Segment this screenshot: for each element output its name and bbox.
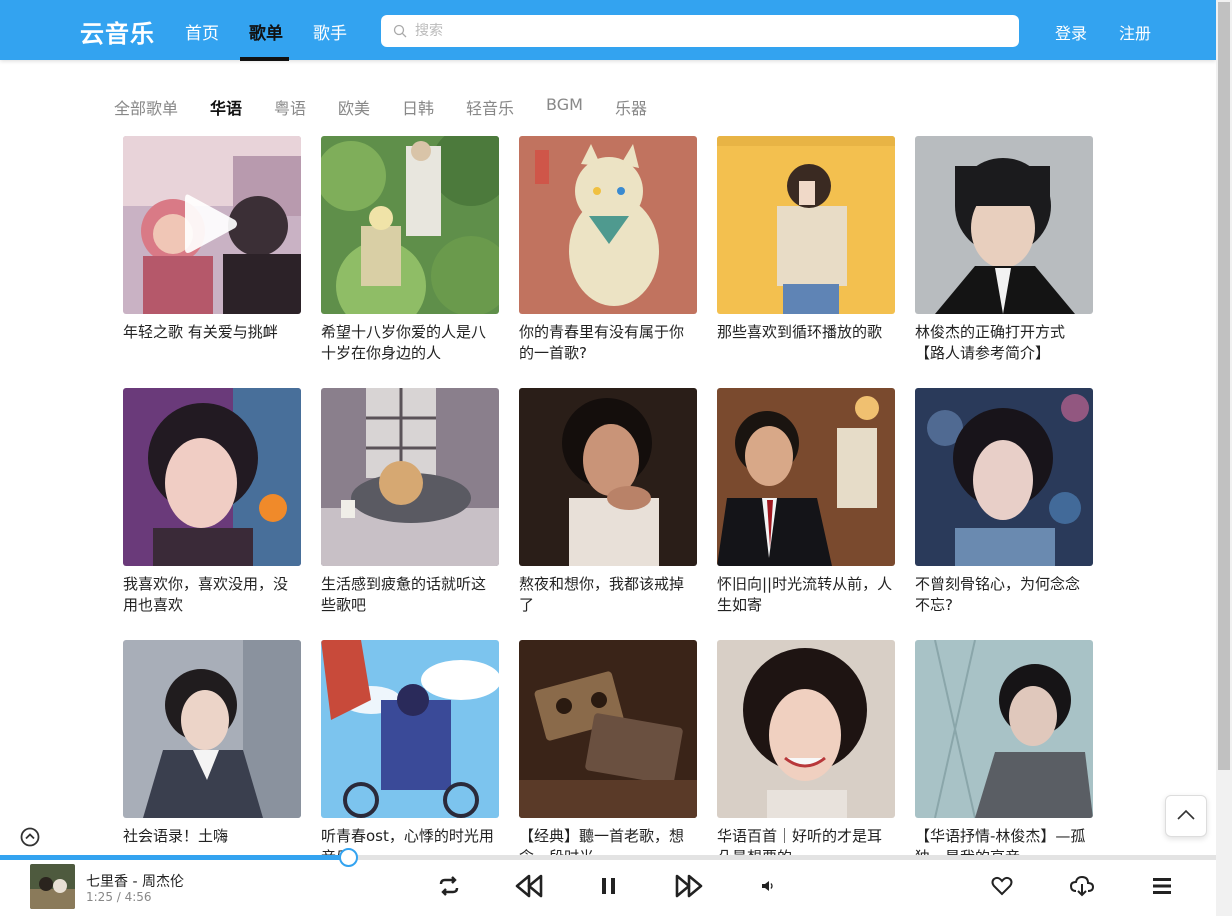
download-icon[interactable] — [1069, 874, 1095, 898]
loop-icon[interactable] — [437, 874, 461, 898]
scrollbar-thumb[interactable] — [1218, 2, 1230, 770]
playlist-card[interactable]: 我喜欢你，喜欢没用，没用也喜欢 — [123, 388, 301, 616]
top-navbar: 云音乐 首页 歌单 歌手 登录 注册 — [0, 0, 1216, 61]
back-to-top-icon — [1177, 809, 1195, 820]
playlist-card[interactable]: 林俊杰的正确打开方式【路人请参考简介】 — [915, 136, 1093, 364]
playlist-cover[interactable] — [123, 640, 301, 818]
page-scrollbar[interactable] — [1216, 0, 1232, 916]
playlist-cover[interactable] — [321, 388, 499, 566]
playlist-card[interactable]: 怀旧向||时光流转从前，人生如寄 — [717, 388, 895, 616]
playlist-cover[interactable] — [717, 640, 895, 818]
playlist-card[interactable]: 不曾刻骨铭心，为何念念不忘? — [915, 388, 1093, 616]
playlist-card[interactable]: 【经典】聽一首老歌，想念一段时光 — [519, 640, 697, 868]
category-light-music[interactable]: 轻音乐 — [466, 95, 514, 119]
playlist-title[interactable]: 生活感到疲惫的话就听这些歌吧 — [321, 574, 499, 616]
player-progress-bar[interactable] — [0, 855, 1216, 860]
login-link[interactable]: 登录 — [1055, 20, 1087, 44]
playlist-title[interactable]: 你的青春里有没有属于你的一首歌? — [519, 322, 697, 364]
category-all[interactable]: 全部歌单 — [114, 95, 178, 119]
category-jpkr[interactable]: 日韩 — [402, 95, 434, 119]
playlist-title[interactable]: 我喜欢你，喜欢没用，没用也喜欢 — [123, 574, 301, 616]
previous-icon[interactable] — [515, 873, 543, 899]
next-icon[interactable] — [675, 873, 703, 899]
player-progress-fill — [0, 855, 349, 860]
playlist-cover[interactable] — [717, 388, 895, 566]
menu-icon[interactable] — [1152, 877, 1172, 895]
playlist-cover[interactable] — [519, 388, 697, 566]
player-bar: 七里香 - 周杰伦 1:25 / 4:56 — [0, 858, 1216, 916]
player-progress-knob[interactable] — [339, 848, 358, 867]
playlist-card[interactable]: 你的青春里有没有属于你的一首歌? — [519, 136, 697, 364]
volume-icon[interactable] — [761, 879, 775, 893]
expand-up-icon[interactable] — [20, 827, 40, 847]
playlist-card[interactable]: 熬夜和想你，我都该戒掉了 — [519, 388, 697, 616]
search-box[interactable] — [381, 15, 1019, 47]
playlist-cover[interactable] — [519, 136, 697, 314]
playlist-card[interactable]: 【华语抒情-林俊杰】—孤独，是我的高音 — [915, 640, 1093, 868]
category-instrument[interactable]: 乐器 — [615, 95, 647, 119]
page: 云音乐 首页 歌单 歌手 登录 注册 全部歌单 华语 粤语 欧美 日韩 轻音乐 … — [0, 0, 1232, 916]
playlist-title[interactable]: 熬夜和想你，我都该戒掉了 — [519, 574, 697, 616]
playlist-cover[interactable] — [915, 640, 1093, 818]
search-icon — [393, 24, 407, 38]
playlist-card[interactable]: 社会语录！土嗨 — [123, 640, 301, 868]
playlist-card[interactable]: 生活感到疲惫的话就听这些歌吧 — [321, 388, 499, 616]
logo[interactable]: 云音乐 — [80, 14, 155, 49]
playlist-title[interactable]: 年轻之歌 有关爱与挑衅 — [123, 322, 301, 364]
nav-home[interactable]: 首页 — [185, 19, 219, 44]
back-to-top-button[interactable] — [1165, 795, 1207, 837]
playlist-cover[interactable] — [123, 388, 301, 566]
pause-icon[interactable] — [599, 876, 619, 896]
playlist-card[interactable]: 听青春ost，心悸的时光用音乐 — [321, 640, 499, 868]
player-time: 1:25 / 4:56 — [86, 890, 152, 904]
playlist-cover[interactable] — [717, 136, 895, 314]
heart-icon[interactable] — [990, 874, 1014, 898]
playlist-card[interactable]: 那些喜欢到循环播放的歌 — [717, 136, 895, 364]
playlist-card[interactable]: 年轻之歌 有关爱与挑衅 — [123, 136, 301, 364]
playlist-title[interactable]: 那些喜欢到循环播放的歌 — [717, 322, 895, 364]
nav-playlists[interactable]: 歌单 — [249, 19, 283, 44]
playlist-cover[interactable] — [519, 640, 697, 818]
player-album-cover[interactable] — [30, 864, 75, 909]
player-song-title: 七里香 - 周杰伦 — [86, 874, 184, 890]
playlist-title[interactable]: 不曾刻骨铭心，为何念念不忘? — [915, 574, 1093, 616]
playlist-title[interactable]: 怀旧向||时光流转从前，人生如寄 — [717, 574, 895, 616]
playlist-cover[interactable] — [321, 640, 499, 818]
register-link[interactable]: 注册 — [1119, 20, 1151, 44]
category-chinese[interactable]: 华语 — [210, 95, 242, 119]
category-cantonese[interactable]: 粤语 — [274, 95, 306, 119]
active-nav-indicator — [240, 57, 289, 61]
playlist-cover[interactable] — [915, 136, 1093, 314]
playlist-cover[interactable] — [915, 388, 1093, 566]
playlist-cover[interactable] — [123, 136, 301, 314]
playlist-cover[interactable] — [321, 136, 499, 314]
category-bgm[interactable]: BGM — [546, 95, 583, 114]
play-icon[interactable] — [183, 191, 239, 257]
playlist-card[interactable]: 希望十八岁你爱的人是八十岁在你身边的人 — [321, 136, 499, 364]
category-western[interactable]: 欧美 — [338, 95, 370, 119]
search-input[interactable] — [415, 15, 1005, 47]
nav-artists[interactable]: 歌手 — [313, 19, 347, 44]
playlist-title[interactable]: 希望十八岁你爱的人是八十岁在你身边的人 — [321, 322, 499, 364]
playlist-title[interactable]: 林俊杰的正确打开方式【路人请参考简介】 — [915, 322, 1093, 364]
playlist-card[interactable]: 华语百首｜好听的才是耳朵最想要的 — [717, 640, 895, 868]
